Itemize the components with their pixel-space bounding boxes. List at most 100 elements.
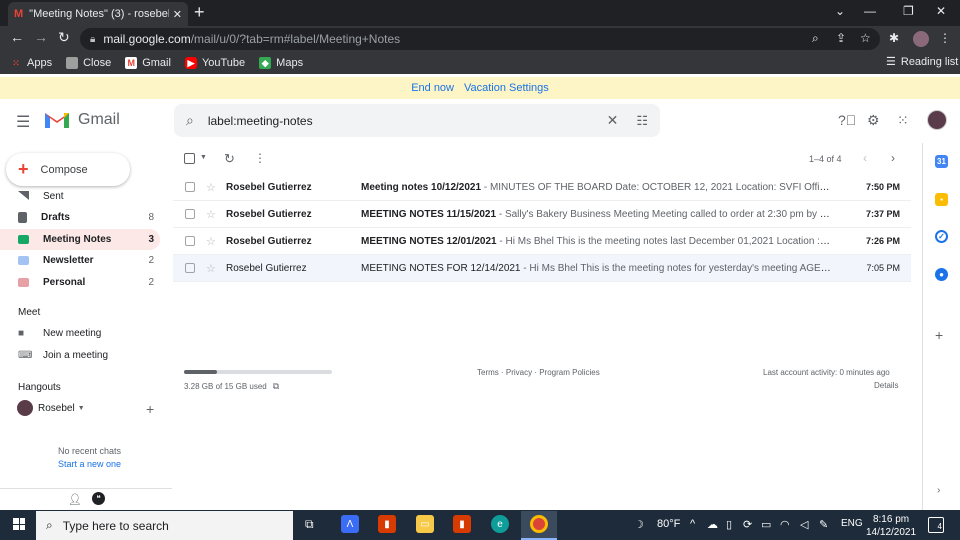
- share-icon[interactable]: ⇪: [836, 31, 846, 45]
- bookmark-apps[interactable]: ⁙ Apps: [10, 57, 52, 69]
- back-arrow-icon[interactable]: ←: [10, 29, 24, 45]
- gmail-logo-icon[interactable]: [44, 108, 70, 130]
- forward-arrow-icon[interactable]: →: [34, 29, 48, 45]
- keep-icon[interactable]: ▪: [935, 193, 948, 206]
- row-checkbox[interactable]: [185, 182, 195, 192]
- bookmark-gmail[interactable]: M Gmail: [125, 57, 171, 69]
- star-icon[interactable]: ☆: [206, 235, 218, 248]
- wifi-icon[interactable]: ◠: [780, 518, 790, 531]
- star-icon[interactable]: ☆: [206, 181, 218, 194]
- volume-icon[interactable]: ◁: [800, 518, 808, 531]
- office-icon[interactable]: ▮: [378, 515, 396, 533]
- sync-icon[interactable]: ⟳: [743, 518, 752, 531]
- add-hangout-icon[interactable]: +: [146, 401, 154, 417]
- hangouts-user[interactable]: Rosebel ▼: [17, 400, 85, 416]
- sidebar-item-meeting-notes[interactable]: Meeting Notes 3: [0, 229, 160, 250]
- calendar-icon[interactable]: 31: [935, 155, 948, 168]
- close-tab-icon[interactable]: ✕: [173, 8, 182, 21]
- taskbar-search[interactable]: ⌕ Type here to search: [36, 511, 293, 540]
- minimize-button[interactable]: —: [864, 4, 876, 18]
- clear-search-icon[interactable]: ✕: [607, 112, 619, 129]
- external-link-icon[interactable]: ⧉: [273, 381, 279, 392]
- menu-dots-icon[interactable]: ⋮: [939, 31, 951, 45]
- sidebar-item-sent[interactable]: Sent: [43, 191, 64, 199]
- reading-list-button[interactable]: ☰ Reading list: [886, 55, 958, 69]
- language-indicator[interactable]: ENG: [841, 518, 863, 529]
- end-now-link[interactable]: End now: [411, 82, 454, 94]
- hangouts-chat-icon[interactable]: ❝: [92, 492, 105, 505]
- footer-links[interactable]: Terms · Privacy · Program Policies: [477, 368, 600, 377]
- select-all-checkbox[interactable]: [184, 153, 195, 164]
- account-avatar[interactable]: [927, 110, 947, 130]
- row-checkbox[interactable]: [185, 236, 195, 246]
- google-apps-icon[interactable]: ⁙: [897, 112, 909, 129]
- sidebar-item-newsletter[interactable]: Newsletter 2: [0, 250, 160, 271]
- compose-button[interactable]: + Compose: [6, 153, 130, 186]
- row-checkbox[interactable]: [185, 263, 195, 273]
- main-menu-icon[interactable]: ☰: [16, 112, 30, 132]
- sidebar-item-count: 8: [148, 212, 154, 223]
- search-options-icon[interactable]: ☷: [636, 113, 648, 129]
- new-meeting-button[interactable]: ■ New meeting: [18, 328, 101, 339]
- profile-avatar[interactable]: [913, 31, 929, 47]
- email-row[interactable]: ☆ Rosebel Gutierrez MEETING NOTES 11/15/…: [173, 201, 911, 228]
- extensions-icon[interactable]: ✱: [889, 31, 899, 45]
- bookmark-youtube[interactable]: ▶ YouTube: [184, 57, 245, 69]
- address-bar[interactable]: 🔒︎ mail.google.com /mail/u/0/?tab=rm#lab…: [80, 28, 880, 50]
- battery-icon[interactable]: ▭: [761, 518, 771, 531]
- more-options-icon[interactable]: ⋮: [254, 151, 266, 165]
- bookmark-close[interactable]: Close: [66, 57, 111, 69]
- chrome-icon[interactable]: [530, 515, 548, 533]
- tasks-icon[interactable]: ✓: [935, 230, 948, 243]
- tray-chevron-icon[interactable]: ^: [690, 518, 695, 530]
- app-icon[interactable]: Λ: [341, 515, 359, 533]
- star-icon[interactable]: ☆: [206, 262, 218, 275]
- bookmark-star-icon[interactable]: ☆: [860, 31, 871, 45]
- show-side-panel-icon[interactable]: ›: [937, 485, 940, 496]
- contacts-icon[interactable]: ●: [935, 268, 948, 281]
- bookmark-maps[interactable]: ◆ Maps: [259, 57, 303, 69]
- close-window-button[interactable]: ✕: [936, 4, 946, 18]
- browser-tab[interactable]: M "Meeting Notes" (3) - rosebelme ✕: [8, 2, 188, 26]
- new-tab-button[interactable]: +: [194, 2, 205, 23]
- sidebar-item-personal[interactable]: Personal 2: [0, 272, 160, 293]
- row-checkbox[interactable]: [185, 209, 195, 219]
- task-view-icon[interactable]: ⧉: [305, 517, 314, 532]
- search-bar[interactable]: ⌕ label:meeting-notes ✕ ☷: [174, 104, 660, 137]
- details-link[interactable]: Details: [874, 381, 898, 390]
- star-icon[interactable]: ☆: [206, 208, 218, 221]
- select-dropdown-icon[interactable]: ▼: [200, 154, 207, 161]
- email-row[interactable]: ☆ Rosebel Gutierrez Meeting notes 10/12/…: [173, 174, 911, 201]
- help-icon[interactable]: ?⃝: [838, 112, 856, 128]
- refresh-icon[interactable]: ↻: [224, 151, 235, 167]
- weather-icon[interactable]: ☽: [634, 518, 644, 531]
- vacation-settings-link[interactable]: Vacation Settings: [464, 82, 549, 94]
- restore-button[interactable]: ❐: [903, 4, 914, 18]
- settings-gear-icon[interactable]: ⚙: [867, 112, 880, 129]
- search-input[interactable]: label:meeting-notes: [208, 114, 607, 128]
- notification-center-icon[interactable]: 4: [928, 517, 944, 533]
- email-row[interactable]: ☆ Rosebel Gutierrez MEETING NOTES FOR 12…: [173, 255, 911, 282]
- edge-icon[interactable]: e: [491, 515, 509, 533]
- office-app-icon[interactable]: ▮: [453, 515, 471, 533]
- onedrive-icon[interactable]: ☁: [707, 518, 718, 531]
- search-icon[interactable]: ⌕: [186, 112, 194, 129]
- person-icon[interactable]: 👤︎: [68, 493, 82, 506]
- reload-icon[interactable]: ↻: [58, 29, 70, 46]
- windows-start-icon[interactable]: [13, 518, 25, 530]
- file-explorer-icon[interactable]: ▭: [416, 515, 434, 533]
- taskbar-clock[interactable]: 8:16 pm 14/12/2021: [866, 513, 916, 539]
- email-row[interactable]: ☆ Rosebel Gutierrez MEETING NOTES 12/01/…: [173, 228, 911, 255]
- get-addons-icon[interactable]: +: [935, 327, 943, 343]
- older-page-icon[interactable]: ›: [891, 151, 895, 165]
- apps-grid-icon: ⁙: [12, 57, 20, 68]
- pen-icon[interactable]: ✎: [819, 518, 828, 531]
- chevron-down-icon[interactable]: ⌄: [835, 4, 845, 18]
- zoom-icon[interactable]: ⌕: [812, 31, 819, 46]
- start-new-chat-link[interactable]: Start a new one: [58, 459, 121, 469]
- device-icon[interactable]: ▯: [726, 518, 732, 531]
- temperature[interactable]: 80°F: [657, 518, 680, 530]
- join-meeting-button[interactable]: ⌨ Join a meeting: [18, 350, 108, 361]
- newer-page-icon[interactable]: ‹: [863, 151, 867, 165]
- sidebar-item-drafts[interactable]: Drafts 8: [0, 207, 160, 228]
